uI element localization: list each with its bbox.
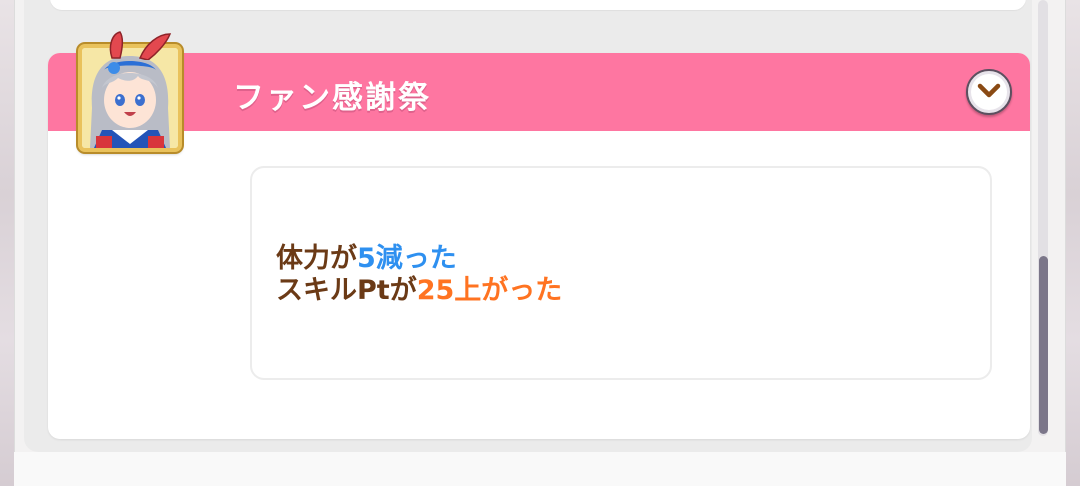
result-line-stamina: 体力が5減った (276, 242, 457, 276)
collapse-toggle-button[interactable] (966, 69, 1012, 115)
previous-event-card (50, 0, 1026, 10)
background-strip-left (0, 0, 14, 486)
screen: ファン感謝祭 体力が5減った スキルPtが25上がった (0, 0, 1080, 486)
event-card-header[interactable]: ファン感謝祭 (48, 53, 1030, 131)
event-title: ファン感謝祭 (233, 80, 431, 116)
bunny-ears-decoration (109, 31, 172, 60)
stamina-label: 体力が (276, 243, 357, 274)
chevron-down-icon (977, 83, 1001, 98)
character-portrait-icon (78, 44, 182, 152)
background-strip-right (1066, 0, 1080, 486)
skill-pt-change: 25上がった (416, 275, 563, 306)
stamina-change: 5減った (357, 243, 457, 274)
event-card: ファン感謝祭 体力が5減った スキルPtが25上がった (48, 53, 1030, 439)
character-portrait-art (82, 48, 178, 148)
footer-area (14, 452, 1066, 486)
result-line-skill-pt: スキルPtが25上がった (276, 274, 562, 308)
event-result-box: 体力が5減った スキルPtが25上がった (250, 166, 992, 380)
skill-pt-label: スキルPtが (276, 275, 417, 306)
scrollbar-thumb[interactable] (1039, 256, 1048, 434)
